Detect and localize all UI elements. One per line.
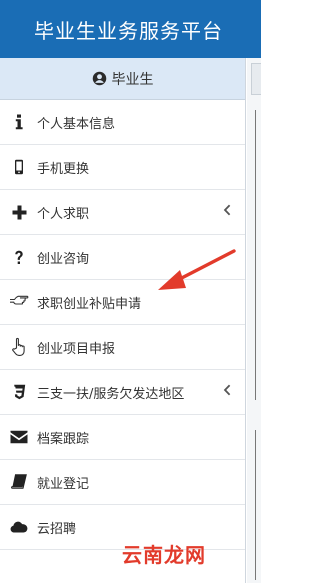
book-icon xyxy=(9,474,29,490)
app-header: 毕业生业务服务平台 xyxy=(0,0,261,58)
menu-label: 个人基本信息 xyxy=(37,116,116,132)
menu-label: 档案跟踪 xyxy=(37,431,90,447)
question-icon xyxy=(9,250,29,265)
mobile-icon xyxy=(9,159,29,175)
user-circle-icon xyxy=(92,71,106,86)
plus-icon xyxy=(9,205,29,220)
menu-item-three-support[interactable]: 三支一扶/服务欠发达地区 xyxy=(0,370,245,415)
hand-point-icon xyxy=(9,294,29,310)
menu-label: 个人求职 xyxy=(37,206,90,222)
chevron-left-icon[interactable] xyxy=(223,384,231,400)
app-title: 毕业生业务服务平台 xyxy=(34,18,223,43)
user-role-label: 毕业生 xyxy=(111,71,154,88)
hand-pointer-icon xyxy=(9,337,29,357)
content-tab[interactable] xyxy=(251,63,261,95)
menu-label: 云招聘 xyxy=(37,521,77,537)
chevron-left-icon[interactable] xyxy=(223,204,231,220)
menu-item-change-phone[interactable]: 手机更换 xyxy=(0,145,245,190)
menu-item-basic-info[interactable]: 个人基本信息 xyxy=(0,100,245,145)
sidebar: 毕业生 个人基本信息 手机更换 个人求职 创业咨询 求职创业补贴申请 创业项目申… xyxy=(0,58,246,583)
sidebar-user-bar: 毕业生 xyxy=(0,58,245,100)
menu-label: 创业项目申报 xyxy=(37,341,116,357)
menu-item-job-seeking[interactable]: 个人求职 xyxy=(0,190,245,235)
menu-label: 求职创业补贴申请 xyxy=(37,296,142,312)
cloud-icon xyxy=(9,521,29,533)
content-area xyxy=(247,58,261,583)
menu-item-project-declare[interactable]: 创业项目申报 xyxy=(0,325,245,370)
css3-icon xyxy=(9,384,29,400)
envelope-icon xyxy=(9,430,29,444)
menu-label: 手机更换 xyxy=(37,161,90,177)
annotation-arrow-icon xyxy=(158,249,236,290)
info-icon xyxy=(9,114,29,130)
content-divider xyxy=(255,110,256,400)
menu-item-archive-tracking[interactable]: 档案跟踪 xyxy=(0,415,245,460)
menu-label: 三支一扶/服务欠发达地区 xyxy=(37,386,185,402)
watermark: 云南龙网 xyxy=(122,543,206,567)
menu-label: 创业咨询 xyxy=(37,251,90,267)
menu-label: 就业登记 xyxy=(37,476,90,492)
content-divider xyxy=(255,430,256,580)
menu-item-employment-register[interactable]: 就业登记 xyxy=(0,460,245,505)
